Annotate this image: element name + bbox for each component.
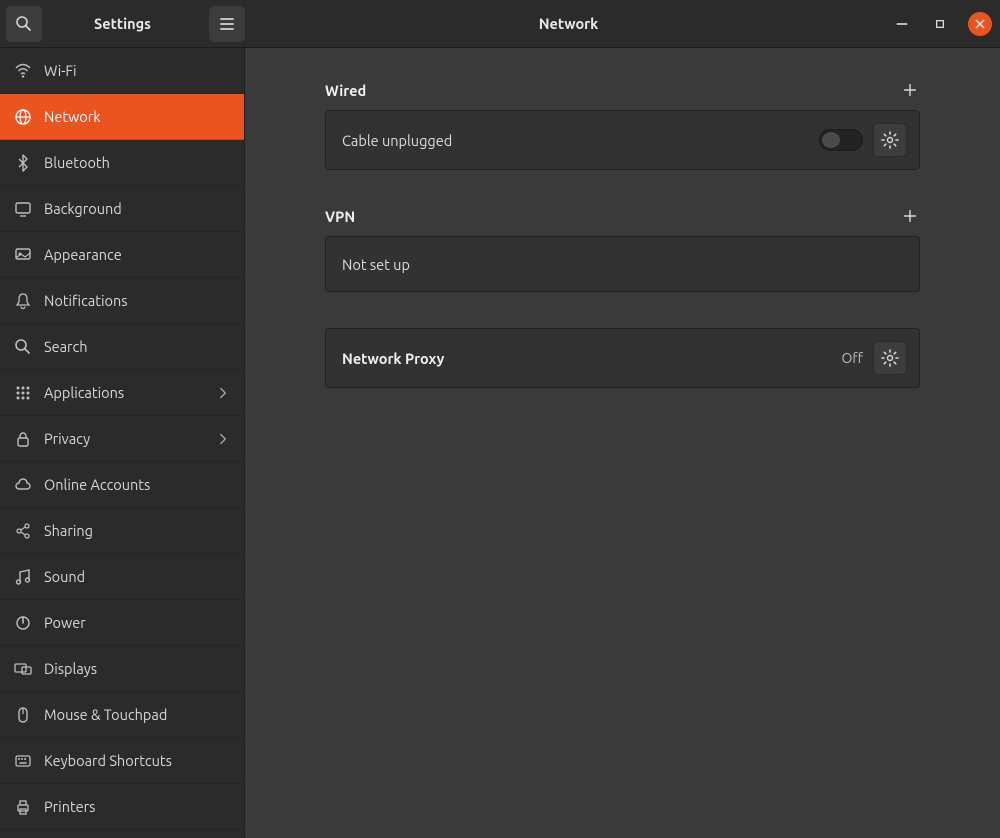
sidebar-item-label: Applications	[44, 384, 216, 401]
chevron-right-icon	[216, 432, 230, 446]
plus-icon	[902, 82, 918, 98]
power-icon	[14, 614, 32, 632]
wired-section: Wired Cable unplugged	[325, 80, 920, 170]
search-button[interactable]	[6, 6, 42, 42]
mouse-icon	[14, 706, 32, 724]
page-title: Network	[245, 15, 892, 32]
sidebar-item-label: Printers	[44, 798, 230, 815]
sidebar[interactable]: Wi-Fi Network Bluetooth Background Appearanc…	[0, 48, 245, 838]
settings-window: Settings Network Wi-Fi Network Bluetooth Ba…	[0, 0, 1000, 838]
sidebar-item-label: Sound	[44, 568, 230, 585]
proxy-title: Network Proxy	[342, 350, 841, 367]
apps-icon	[14, 384, 32, 402]
maximize-button[interactable]	[930, 14, 950, 34]
printer-icon	[14, 798, 32, 816]
sidebar-item-label: Privacy	[44, 430, 216, 447]
sidebar-item-keyboard-shortcuts[interactable]: Keyboard Shortcuts	[0, 738, 244, 784]
sidebar-item-privacy[interactable]: Privacy	[0, 416, 244, 462]
sidebar-item-printers[interactable]: Printers	[0, 784, 244, 830]
bell-icon	[14, 292, 32, 310]
display-icon	[14, 200, 32, 218]
share-icon	[14, 522, 32, 540]
sidebar-item-sharing[interactable]: Sharing	[0, 508, 244, 554]
sidebar-item-label: Background	[44, 200, 230, 217]
wifi-icon	[14, 62, 32, 80]
wired-status-text: Cable unplugged	[342, 132, 819, 149]
plus-icon	[902, 208, 918, 224]
sidebar-item-sound[interactable]: Sound	[0, 554, 244, 600]
sidebar-item-wi-fi[interactable]: Wi-Fi	[0, 48, 244, 94]
sidebar-item-label: Network	[44, 108, 230, 125]
sidebar-item-label: Sharing	[44, 522, 230, 539]
sidebar-item-appearance[interactable]: Appearance	[0, 232, 244, 278]
sidebar-item-mouse-touchpad[interactable]: Mouse & Touchpad	[0, 692, 244, 738]
wired-settings-button[interactable]	[873, 123, 907, 157]
proxy-row[interactable]: Network Proxy Off	[325, 328, 920, 388]
wired-connection-row: Cable unplugged	[325, 110, 920, 170]
cloud-icon	[14, 476, 32, 494]
minimize-icon	[895, 17, 909, 31]
headerbar-left: Settings	[0, 0, 245, 47]
sidebar-item-notifications[interactable]: Notifications	[0, 278, 244, 324]
body: Wi-Fi Network Bluetooth Background Appearanc…	[0, 48, 1000, 838]
vpn-section: VPN Not set up	[325, 206, 920, 292]
search-icon	[15, 15, 33, 33]
proxy-value: Off	[841, 350, 863, 366]
minimize-button[interactable]	[892, 14, 912, 34]
gear-icon	[881, 349, 899, 367]
vpn-status-text: Not set up	[342, 256, 907, 273]
sidebar-item-search[interactable]: Search	[0, 324, 244, 370]
sidebar-item-applications[interactable]: Applications	[0, 370, 244, 416]
sidebar-item-network[interactable]: Network	[0, 94, 244, 140]
maximize-icon	[934, 18, 946, 30]
music-icon	[14, 568, 32, 586]
wired-toggle[interactable]	[819, 129, 863, 151]
sidebar-item-label: Wi-Fi	[44, 62, 230, 79]
chevron-right-icon	[216, 386, 230, 400]
headerbar: Settings Network	[0, 0, 1000, 48]
hamburger-icon	[218, 15, 236, 33]
globe-icon	[14, 108, 32, 126]
close-icon	[974, 18, 986, 30]
app-title: Settings	[42, 15, 203, 32]
wired-section-header: Wired	[325, 80, 920, 100]
sidebar-item-background[interactable]: Background	[0, 186, 244, 232]
bluetooth-icon	[14, 154, 32, 172]
keyboard-icon	[14, 752, 32, 770]
sidebar-item-online-accounts[interactable]: Online Accounts	[0, 462, 244, 508]
vpn-row: Not set up	[325, 236, 920, 292]
vpn-title: VPN	[325, 208, 900, 225]
sidebar-item-label: Online Accounts	[44, 476, 230, 493]
sidebar-item-label: Displays	[44, 660, 230, 677]
vpn-section-header: VPN	[325, 206, 920, 226]
add-wired-button[interactable]	[900, 80, 920, 100]
wired-title: Wired	[325, 82, 900, 99]
sidebar-item-bluetooth[interactable]: Bluetooth	[0, 140, 244, 186]
sidebar-item-power[interactable]: Power	[0, 600, 244, 646]
search-icon	[14, 338, 32, 356]
sidebar-item-label: Notifications	[44, 292, 230, 309]
displays-icon	[14, 660, 32, 678]
gear-icon	[881, 131, 899, 149]
sidebar-item-label: Keyboard Shortcuts	[44, 752, 230, 769]
sidebar-item-displays[interactable]: Displays	[0, 646, 244, 692]
sidebar-item-label: Power	[44, 614, 230, 631]
sidebar-item-label: Search	[44, 338, 230, 355]
lock-icon	[14, 430, 32, 448]
add-vpn-button[interactable]	[900, 206, 920, 226]
appearance-icon	[14, 246, 32, 264]
proxy-settings-button[interactable]	[873, 341, 907, 375]
main-panel: Wired Cable unplugged VPN	[245, 48, 1000, 838]
menu-button[interactable]	[209, 6, 245, 42]
sidebar-item-label: Mouse & Touchpad	[44, 706, 230, 723]
sidebar-item-label: Appearance	[44, 246, 230, 263]
sidebar-item-label: Bluetooth	[44, 154, 230, 171]
window-controls	[892, 12, 1000, 36]
proxy-section: Network Proxy Off	[325, 328, 920, 388]
close-button[interactable]	[968, 12, 992, 36]
